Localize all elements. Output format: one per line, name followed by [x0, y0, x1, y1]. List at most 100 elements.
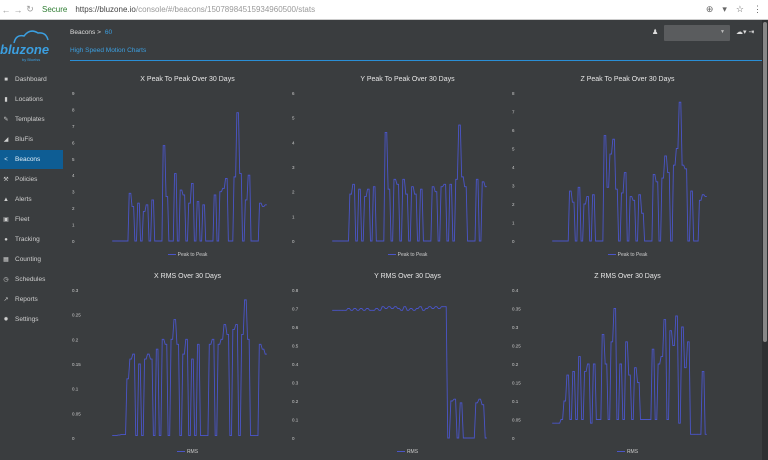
- data-point[interactable]: [245, 299, 246, 301]
- data-point[interactable]: [177, 343, 179, 345]
- data-point[interactable]: [552, 240, 554, 242]
- data-point[interactable]: [482, 404, 484, 406]
- data-point[interactable]: [679, 422, 680, 424]
- data-point[interactable]: [685, 168, 687, 170]
- data-point[interactable]: [208, 240, 210, 242]
- data-point[interactable]: [404, 306, 406, 308]
- data-point[interactable]: [567, 374, 569, 376]
- data-point[interactable]: [627, 240, 629, 242]
- chart-legend[interactable]: RMS: [290, 449, 525, 455]
- data-point[interactable]: [555, 240, 557, 242]
- data-point[interactable]: [256, 435, 258, 436]
- data-point[interactable]: [197, 201, 199, 202]
- breadcrumb-root[interactable]: Beacons: [70, 29, 95, 36]
- data-point[interactable]: [414, 193, 416, 195]
- data-point[interactable]: [673, 164, 675, 166]
- data-point[interactable]: [429, 306, 431, 308]
- data-point[interactable]: [247, 338, 249, 340]
- user-icon[interactable]: ♟: [652, 28, 658, 36]
- data-point[interactable]: [485, 186, 487, 188]
- data-point[interactable]: [159, 435, 161, 436]
- data-point[interactable]: [595, 240, 597, 242]
- data-point[interactable]: [259, 202, 261, 204]
- cloud-menu-icon[interactable]: ☁▾ ⇥: [736, 28, 754, 36]
- data-point[interactable]: [473, 437, 474, 439]
- data-point[interactable]: [236, 324, 237, 325]
- data-point[interactable]: [153, 435, 155, 436]
- data-point[interactable]: [459, 124, 460, 126]
- data-point[interactable]: [360, 308, 362, 309]
- data-point[interactable]: [192, 358, 193, 360]
- sidebar-item-tracking[interactable]: ● Tracking: [0, 230, 63, 249]
- data-point[interactable]: [156, 348, 158, 350]
- data-point[interactable]: [211, 240, 213, 242]
- sidebar-item-reports[interactable]: ↗ Reports: [0, 290, 63, 309]
- data-point[interactable]: [667, 419, 669, 420]
- data-point[interactable]: [639, 194, 641, 196]
- data-point[interactable]: [423, 309, 424, 311]
- data-point[interactable]: [620, 363, 622, 365]
- data-point[interactable]: [373, 309, 374, 311]
- series-line[interactable]: [112, 299, 267, 436]
- data-point[interactable]: [596, 419, 598, 420]
- data-point[interactable]: [239, 435, 240, 436]
- data-point[interactable]: [611, 341, 613, 343]
- data-point[interactable]: [593, 194, 594, 196]
- data-point[interactable]: [139, 363, 140, 365]
- star-icon[interactable]: ☆: [736, 4, 744, 15]
- data-point[interactable]: [391, 240, 393, 242]
- data-point[interactable]: [462, 176, 463, 178]
- data-point[interactable]: [121, 434, 123, 435]
- data-point[interactable]: [180, 189, 182, 191]
- data-point[interactable]: [412, 186, 413, 188]
- data-point[interactable]: [215, 435, 217, 436]
- data-point[interactable]: [647, 240, 649, 242]
- data-point[interactable]: [705, 433, 707, 435]
- data-point[interactable]: [463, 437, 465, 439]
- data-point[interactable]: [400, 240, 402, 242]
- data-point[interactable]: [593, 363, 595, 365]
- data-point[interactable]: [602, 334, 604, 335]
- data-point[interactable]: [200, 240, 202, 242]
- data-point[interactable]: [364, 196, 366, 197]
- data-point[interactable]: [423, 240, 425, 242]
- data-point[interactable]: [473, 240, 475, 242]
- data-point[interactable]: [406, 193, 407, 195]
- data-point[interactable]: [608, 419, 610, 420]
- data-point[interactable]: [259, 343, 261, 345]
- data-point[interactable]: [469, 437, 471, 439]
- data-point[interactable]: [136, 435, 137, 436]
- data-point[interactable]: [132, 206, 134, 207]
- series-line[interactable]: [552, 308, 707, 435]
- data-point[interactable]: [347, 240, 349, 242]
- data-point[interactable]: [172, 240, 173, 242]
- data-point[interactable]: [203, 435, 205, 436]
- data-point[interactable]: [143, 211, 145, 212]
- data-point[interactable]: [617, 419, 619, 420]
- data-point[interactable]: [403, 178, 405, 180]
- data-point[interactable]: [670, 330, 672, 332]
- data-point[interactable]: [174, 173, 176, 174]
- data-point[interactable]: [376, 308, 378, 309]
- chart-legend[interactable]: RMS: [510, 449, 745, 455]
- data-point[interactable]: [135, 240, 137, 242]
- series-line[interactable]: [332, 306, 487, 439]
- data-point[interactable]: [186, 338, 187, 340]
- data-point[interactable]: [584, 371, 586, 372]
- data-point[interactable]: [253, 435, 255, 436]
- data-point[interactable]: [166, 196, 168, 197]
- data-point[interactable]: [130, 358, 132, 360]
- data-point[interactable]: [382, 240, 384, 242]
- data-point[interactable]: [456, 178, 457, 180]
- data-point[interactable]: [115, 435, 117, 436]
- data-point[interactable]: [398, 308, 399, 309]
- data-point[interactable]: [451, 400, 453, 402]
- data-point[interactable]: [385, 132, 387, 133]
- data-point[interactable]: [157, 240, 159, 242]
- data-point[interactable]: [144, 358, 146, 360]
- data-point[interactable]: [676, 315, 677, 317]
- data-point[interactable]: [429, 240, 431, 242]
- back-icon[interactable]: ←: [0, 5, 12, 15]
- data-point[interactable]: [257, 240, 258, 242]
- data-point[interactable]: [242, 334, 243, 335]
